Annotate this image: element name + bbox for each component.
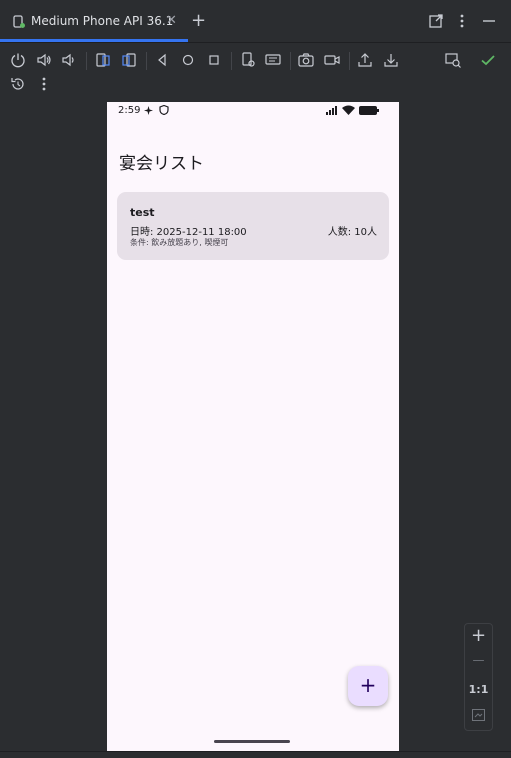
banquet-date: 日時: 2025-12-11 18:00: [130, 227, 247, 238]
add-button[interactable]: +: [348, 666, 388, 706]
zoom-in-button[interactable]: +: [465, 625, 492, 646]
tab-device[interactable]: Medium Phone API 36.1 ✕: [0, 0, 188, 42]
tab-bar: Medium Phone API 36.1 ✕ +: [0, 0, 511, 42]
device-screen[interactable]: 2:59 宴会リスト test 日時: 2025-12-11 18:00 人数:…: [107, 102, 399, 751]
keyboard-icon[interactable]: [264, 51, 282, 69]
volume-up-icon[interactable]: [35, 51, 53, 69]
status-bar: 2:59: [107, 102, 399, 120]
camera-icon[interactable]: [297, 51, 315, 69]
export-icon[interactable]: [356, 51, 374, 69]
power-icon[interactable]: [9, 51, 27, 69]
add-tab-button[interactable]: +: [191, 10, 206, 31]
fit-screen-icon[interactable]: [472, 709, 485, 721]
import-icon[interactable]: [382, 51, 400, 69]
device-settings-icon[interactable]: [239, 51, 257, 69]
check-icon[interactable]: [479, 51, 497, 69]
rotate-right-icon[interactable]: [120, 51, 138, 69]
zoom-controls: + — 1:1: [464, 623, 493, 731]
rotate-left-icon[interactable]: [94, 51, 112, 69]
wifi-icon: [342, 105, 355, 115]
shield-icon: [159, 105, 169, 115]
more-vertical-icon[interactable]: [453, 12, 471, 30]
tab-close-icon[interactable]: ✕: [166, 13, 177, 28]
zoom-actual-size-button[interactable]: 1:1: [465, 683, 492, 696]
page-title: 宴会リスト: [119, 154, 204, 174]
emulator-toolbar: [0, 43, 511, 101]
minimize-icon[interactable]: [480, 12, 498, 30]
phone-icon: [13, 15, 25, 28]
open-external-icon[interactable]: [427, 12, 445, 30]
home-icon[interactable]: [179, 51, 197, 69]
status-time: 2:59: [118, 105, 141, 116]
reset-icon[interactable]: [9, 75, 27, 93]
screen-mirror-icon[interactable]: [444, 51, 462, 69]
battery-icon: [359, 106, 379, 115]
banquet-title: test: [130, 206, 155, 219]
banquet-people: 人数: 10人: [327, 227, 377, 238]
volume-down-icon[interactable]: [60, 51, 78, 69]
more-vertical-icon[interactable]: [35, 75, 53, 93]
overview-icon[interactable]: [205, 51, 223, 69]
tab-title: Medium Phone API 36.1: [31, 14, 174, 28]
list-item[interactable]: test 日時: 2025-12-11 18:00 人数: 10人 条件: 飲み…: [117, 192, 389, 260]
signal-icon: [326, 106, 337, 115]
back-icon[interactable]: [153, 51, 171, 69]
gesture-nav-bar[interactable]: [214, 740, 290, 743]
record-icon[interactable]: [323, 51, 341, 69]
banquet-conditions: 条件: 飲み放題あり, 喫煙可: [130, 238, 229, 247]
sparkle-icon: [144, 106, 153, 115]
zoom-out-button[interactable]: —: [465, 653, 492, 667]
